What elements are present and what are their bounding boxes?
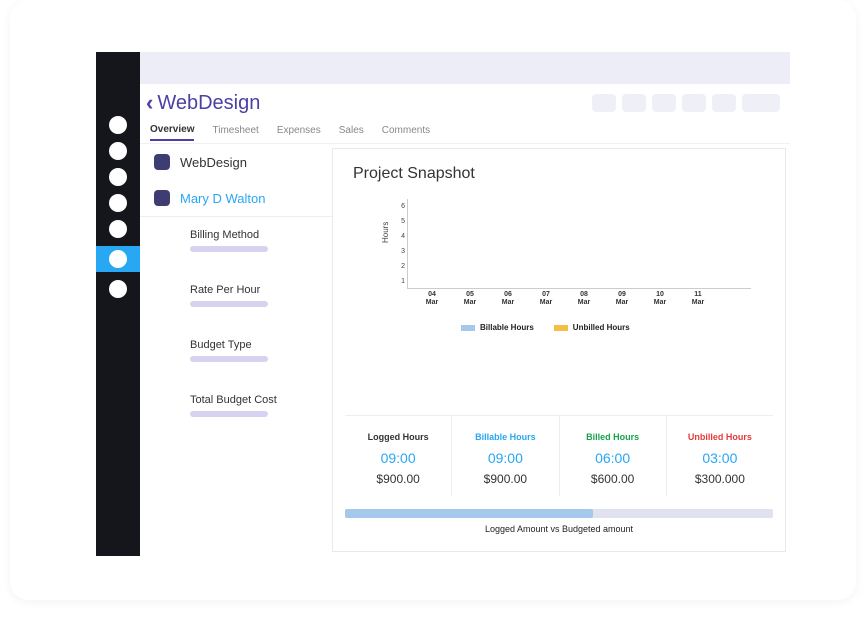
- field-rate-per-hour: Rate Per Hour: [140, 276, 332, 315]
- page-title: WebDesign: [157, 92, 260, 115]
- progress-fill: [345, 509, 593, 518]
- stat-logged: Logged Hours 09:00 $900.00: [345, 416, 452, 496]
- plot-area: [407, 199, 751, 289]
- hours-chart: Hours 6 5 4 3 2 1: [381, 199, 751, 349]
- sidebar-item-2[interactable]: [109, 142, 127, 160]
- stat-billed: Billed Hours 06:00 $600.00: [560, 416, 667, 496]
- header-action-6[interactable]: [742, 94, 780, 112]
- value-budget-type: [190, 356, 268, 362]
- left-panel: WebDesign Mary D Walton Billing Method R…: [140, 144, 332, 425]
- header-actions: [592, 94, 780, 112]
- device-frame: ‹ WebDesign Overview Timesheet Expenses …: [10, 0, 856, 600]
- project-name: WebDesign: [180, 155, 247, 170]
- sidebar-item-4[interactable]: [109, 194, 127, 212]
- label-total-budget: Total Budget Cost: [190, 394, 332, 406]
- header-action-4[interactable]: [682, 94, 706, 112]
- y-ticks: 6 5 4 3 2 1: [391, 199, 405, 289]
- tab-overview[interactable]: Overview: [150, 124, 194, 141]
- header-action-5[interactable]: [712, 94, 736, 112]
- sidebar-item-7[interactable]: [109, 280, 127, 298]
- legend-unbilled: Unbilled Hours: [554, 323, 630, 332]
- label-rate-per-hour: Rate Per Hour: [190, 284, 332, 296]
- stat-unbilled: Unbilled Hours 03:00 $300.000: [667, 416, 773, 496]
- panel-divider: [140, 216, 332, 217]
- sidebar-item-5[interactable]: [109, 220, 127, 238]
- person-icon: [154, 190, 170, 206]
- top-ribbon: [140, 52, 790, 84]
- label-billing-method: Billing Method: [190, 229, 332, 241]
- progress-caption: Logged Amount vs Budgeted amount: [345, 518, 773, 534]
- field-billing-method: Billing Method: [140, 221, 332, 260]
- project-row[interactable]: WebDesign: [140, 144, 332, 180]
- main-panel: Project Snapshot Hours 6 5 4 3 2 1: [332, 148, 786, 552]
- budget-progress: Logged Amount vs Budgeted amount: [345, 509, 773, 534]
- header: ‹ WebDesign: [140, 84, 790, 122]
- sidebar-item-active[interactable]: [96, 246, 140, 272]
- tab-comments[interactable]: Comments: [382, 125, 430, 140]
- sidebar: [96, 52, 140, 556]
- label-budget-type: Budget Type: [190, 339, 332, 351]
- stat-billable: Billable Hours 09:00 $900.00: [452, 416, 559, 496]
- x-ticks: 04Mar 05Mar 06Mar 07Mar 08Mar 09Mar 10Ma…: [407, 291, 751, 306]
- value-rate-per-hour: [190, 301, 268, 307]
- progress-track: [345, 509, 773, 518]
- yaxis-label: Hours: [381, 222, 390, 243]
- sidebar-item-3[interactable]: [109, 168, 127, 186]
- app-window: ‹ WebDesign Overview Timesheet Expenses …: [96, 52, 790, 556]
- legend-billable: Billable Hours: [461, 323, 534, 332]
- person-name: Mary D Walton: [180, 191, 265, 206]
- stats-row: Logged Hours 09:00 $900.00 Billable Hour…: [345, 415, 773, 496]
- snapshot-title: Project Snapshot: [333, 149, 785, 183]
- project-icon: [154, 154, 170, 170]
- field-total-budget: Total Budget Cost: [140, 386, 332, 425]
- header-action-1[interactable]: [592, 94, 616, 112]
- value-total-budget: [190, 411, 268, 417]
- tab-sales[interactable]: Sales: [339, 125, 364, 140]
- back-icon[interactable]: ‹: [146, 90, 153, 116]
- value-billing-method: [190, 246, 268, 252]
- header-action-2[interactable]: [622, 94, 646, 112]
- sidebar-item-1[interactable]: [109, 116, 127, 134]
- tab-timesheet[interactable]: Timesheet: [212, 125, 258, 140]
- person-row[interactable]: Mary D Walton: [140, 180, 332, 216]
- header-action-3[interactable]: [652, 94, 676, 112]
- tabs: Overview Timesheet Expenses Sales Commen…: [140, 122, 790, 144]
- field-budget-type: Budget Type: [140, 331, 332, 370]
- tab-expenses[interactable]: Expenses: [277, 125, 321, 140]
- chart-legend: Billable Hours Unbilled Hours: [461, 323, 630, 332]
